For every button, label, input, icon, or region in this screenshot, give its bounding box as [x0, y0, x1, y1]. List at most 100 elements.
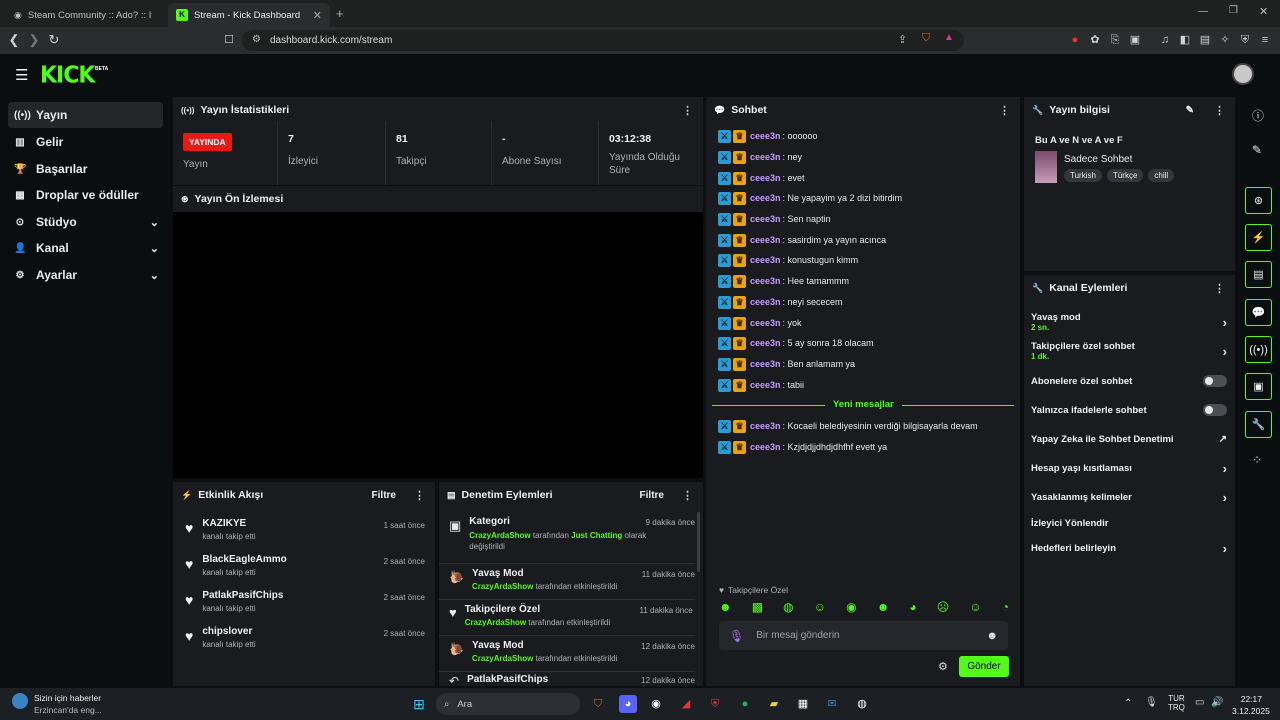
extension-icon[interactable]: ▣ — [1128, 33, 1142, 47]
minimize-icon[interactable]: — — [1198, 6, 1208, 17]
emote-icon[interactable]: ◉ — [846, 600, 856, 616]
share-icon[interactable]: ⇪ — [898, 33, 907, 46]
brave-icon[interactable]: ⛉ — [589, 695, 607, 713]
more-options-icon[interactable]: ⋮ — [682, 489, 693, 502]
shield-icon[interactable]: ⛨ — [706, 695, 724, 713]
emoji-icon[interactable]: ☻ — [986, 630, 998, 642]
sidebar-item-droplar[interactable]: ▦ Droplar ve ödüller — [8, 182, 163, 208]
spotify-icon[interactable]: ● — [736, 695, 754, 713]
filter-button[interactable]: Filtre — [640, 490, 664, 501]
emote-icon[interactable]: ▩ — [752, 600, 763, 616]
info-icon[interactable]: ⓘ — [1252, 107, 1264, 124]
more-options-icon[interactable]: ⋮ — [682, 104, 693, 117]
sidebar-item-gelir[interactable]: ▥ Gelir — [8, 129, 163, 155]
news-icon[interactable] — [12, 693, 28, 709]
chat-username[interactable]: ceee3n — [750, 359, 781, 369]
kick-logo[interactable]: KICK — [40, 62, 95, 88]
emote-icon[interactable]: ☺ — [814, 600, 826, 616]
discord-icon[interactable]: ◕ — [619, 695, 637, 713]
chat-username[interactable]: ceee3n — [750, 276, 781, 286]
brave-rewards-icon[interactable]: ▲ — [944, 32, 954, 43]
sidebar-item-kanal[interactable]: 👤 Kanal ⌄ — [8, 235, 163, 261]
emote-icon[interactable]: ☺ — [969, 600, 981, 616]
video-preview[interactable] — [173, 212, 703, 478]
chat-username[interactable]: ceee3n — [750, 255, 781, 265]
microphone-icon[interactable]: 🎙 — [1145, 697, 1158, 708]
mod-target[interactable]: Just Chatting — [571, 531, 622, 540]
chat-username[interactable]: ceee3n — [750, 318, 781, 328]
moderation-icon[interactable]: ▣ — [1245, 373, 1272, 400]
emotes-only-toggle[interactable] — [1203, 404, 1227, 416]
hamburger-menu-icon[interactable]: ☰ — [15, 66, 28, 84]
close-tab-icon[interactable]: ✕ — [313, 9, 322, 22]
steam-icon[interactable]: ◉ — [647, 695, 665, 713]
chat-username[interactable]: ceee3n — [750, 380, 781, 390]
sidebar-item-studyo[interactable]: ⊙ Stüdyo ⌄ — [8, 209, 163, 235]
emote-icon[interactable]: ☹ — [937, 600, 950, 616]
bookmark-icon[interactable]: ☐ — [221, 32, 237, 48]
scrollbar[interactable] — [697, 512, 700, 572]
extension-icon[interactable]: ⎘ — [1108, 33, 1122, 47]
mail-icon[interactable]: ✉ — [823, 695, 841, 713]
broadcast-icon[interactable]: ((•)) — [1245, 336, 1272, 363]
more-options-icon[interactable]: ⋮ — [1214, 104, 1225, 117]
sidebar-item-yayin[interactable]: ((•)) Yayın — [8, 102, 163, 128]
send-button[interactable]: Gönder — [959, 656, 1009, 677]
new-tab-icon[interactable]: + — [336, 6, 344, 21]
news-title[interactable]: Sizin için haberler — [34, 693, 101, 703]
network-icon[interactable]: ▭ — [1195, 697, 1204, 708]
sidebar-item-ayarlar[interactable]: ⚙ Ayarlar ⌄ — [8, 262, 163, 288]
site-info-icon[interactable]: ⚙ — [252, 34, 261, 45]
slow-mode-row[interactable]: Yavaş mod 2 sn. › — [1031, 311, 1227, 333]
emote-icon[interactable]: ☻ — [719, 600, 732, 616]
brave-shields-icon[interactable]: ⛉ — [922, 32, 930, 45]
ai-moderation-row[interactable]: Yapay Zeka ile Sohbet Denetimi ↗ — [1031, 432, 1227, 446]
activity-name[interactable]: KAZIKYE — [202, 518, 255, 529]
chat-username[interactable]: ceee3n — [750, 338, 781, 348]
category-name[interactable]: Sadece Sohbet — [1064, 154, 1132, 165]
activity-name[interactable]: BlackEagleAmmo — [202, 554, 286, 565]
mod-actor[interactable]: CrazyArdaShow — [472, 654, 533, 663]
close-window-icon[interactable]: ✕ — [1259, 5, 1268, 18]
wrench-icon[interactable]: 🔧 — [1245, 411, 1272, 438]
reload-icon[interactable]: ↻ — [46, 32, 62, 48]
chat-username[interactable]: ceee3n — [750, 442, 781, 452]
microphone-icon[interactable]: 🎙 — [729, 629, 744, 643]
mod-actor[interactable]: CrazyArdaShow — [465, 618, 526, 627]
folder-icon[interactable]: ▰ — [765, 695, 783, 713]
chat-username[interactable]: ceee3n — [750, 421, 781, 431]
chevron-up-icon[interactable]: ⌃ — [1124, 698, 1132, 709]
vpn-icon[interactable]: ⛨ — [1238, 33, 1252, 47]
more-options-icon[interactable]: ⋮ — [999, 104, 1010, 117]
browser-tab-kick[interactable]: K Stream - Kick Dashboard ✕ — [168, 3, 330, 27]
chat-settings-icon[interactable]: ⚙ — [938, 660, 948, 673]
subs-only-toggle[interactable] — [1203, 375, 1227, 387]
emote-icon[interactable]: ◔ — [1002, 600, 1009, 616]
chat-username[interactable]: ceee3n — [750, 193, 781, 203]
edit-icon[interactable]: ✎ — [1252, 143, 1262, 157]
avatar[interactable] — [1232, 63, 1254, 85]
mod-actor[interactable]: CrazyArdaShow — [472, 582, 533, 591]
volume-icon[interactable]: 🔊 — [1211, 697, 1223, 708]
sidebar-toggle-icon[interactable]: ◧ — [1178, 33, 1192, 47]
add-widget-icon[interactable]: ⁘ — [1252, 453, 1262, 467]
chat-username[interactable]: ceee3n — [750, 131, 781, 141]
raid-row[interactable]: İzleyici Yönlendir — [1031, 516, 1227, 530]
goals-row[interactable]: Hedefleri belirleyin › — [1031, 541, 1227, 556]
taskbar-search[interactable]: ⌕ Ara — [436, 693, 580, 715]
chat-username[interactable]: ceee3n — [750, 173, 781, 183]
more-options-icon[interactable]: ⋮ — [414, 489, 425, 502]
document-icon[interactable]: ▤ — [1245, 261, 1272, 288]
windows-start-icon[interactable]: ⊞ — [410, 695, 428, 713]
activity-name[interactable]: chipslover — [202, 626, 255, 637]
menu-icon[interactable]: ≡ — [1258, 33, 1272, 47]
chat-username[interactable]: ceee3n — [750, 297, 781, 307]
emote-icon[interactable]: ◍ — [783, 600, 793, 616]
language-indicator[interactable]: TUR TRQ — [1168, 694, 1185, 712]
store-icon[interactable]: ▦ — [794, 695, 812, 713]
more-options-icon[interactable]: ⋮ — [1214, 282, 1225, 295]
chat-username[interactable]: ceee3n — [750, 152, 781, 162]
age-restriction-row[interactable]: Hesap yaşı kısıtlaması › — [1031, 461, 1227, 476]
followers-only-row[interactable]: Takipçilere özel sohbet 1 dk. › — [1031, 340, 1227, 362]
chat-input[interactable]: 🎙 Bir mesaj gönderin ☻ — [719, 621, 1008, 650]
